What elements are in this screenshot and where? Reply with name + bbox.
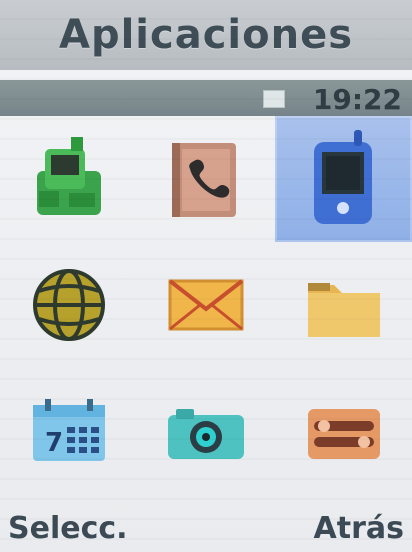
signal-indicator-icon <box>263 90 285 108</box>
status-bar: 19:22 <box>0 80 412 116</box>
grid-item-folder[interactable] <box>275 242 412 368</box>
globe-icon <box>32 269 105 341</box>
softkey-bar: Selecc. Atrás <box>0 496 412 552</box>
select-softkey[interactable]: Selecc. <box>8 511 128 546</box>
grid-item-camera[interactable] <box>137 368 274 494</box>
calendar-icon: 7 <box>32 399 105 461</box>
grid-item-phonebook[interactable] <box>137 116 274 242</box>
envelope-icon <box>168 279 243 331</box>
grid-item-internet[interactable] <box>0 242 137 368</box>
title-bar: Aplicaciones <box>0 0 412 70</box>
phone-screen: Aplicaciones 19:22 7 Selecc. Atrás <box>0 0 412 552</box>
tools-icon <box>307 409 380 459</box>
clock: 19:22 <box>312 83 402 116</box>
camera-icon <box>167 409 244 459</box>
page-title: Aplicaciones <box>58 12 354 58</box>
mobile-phone-icon <box>313 130 372 224</box>
grid-item-settings[interactable] <box>275 368 412 494</box>
phonebook-icon <box>171 143 236 217</box>
grid-item-messages[interactable] <box>137 242 274 368</box>
app-grid: 7 <box>0 116 412 496</box>
grid-item-game[interactable] <box>0 116 137 242</box>
folder-icon <box>307 283 380 337</box>
game-icon <box>36 137 101 215</box>
grid-item-mobile[interactable] <box>275 116 412 242</box>
back-softkey[interactable]: Atrás <box>314 511 404 546</box>
grid-item-calendar[interactable]: 7 <box>0 368 137 494</box>
svg-text:7: 7 <box>45 428 63 458</box>
